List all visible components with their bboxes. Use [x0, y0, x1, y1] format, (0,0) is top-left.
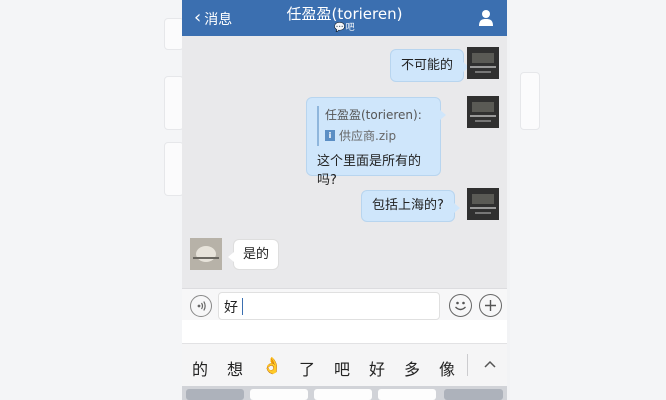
message-text: 不可能的	[401, 58, 454, 73]
text-cursor	[242, 298, 243, 315]
keyboard-key[interactable]	[186, 389, 244, 400]
phone-screen: ‹ 消息 任盈盈(torieren) 💬吧 不可能的 任盈盈(torieren)…	[182, 0, 507, 400]
candidate-divider	[467, 354, 468, 376]
keyboard-gap	[182, 320, 507, 343]
candidate-word[interactable]: 的	[192, 356, 208, 380]
candidate-word[interactable]: 好	[369, 356, 385, 380]
message-text: 是的	[243, 247, 270, 262]
candidate-bar: 的 想 👌 了 吧 好 多 像	[182, 343, 507, 387]
message-input[interactable]: 好	[218, 292, 440, 320]
message-bubble-sent-quote[interactable]: 任盈盈(torieren): i 供应商.zip 这个里面是所有的吗?	[306, 97, 446, 188]
navigation-bar: ‹ 消息 任盈盈(torieren) 💬吧	[182, 0, 507, 36]
right-margin	[510, 0, 666, 400]
quoted-file[interactable]: i 供应商.zip	[325, 127, 455, 144]
avatar[interactable]	[467, 188, 499, 220]
chat-subtitle: 💬吧	[334, 23, 355, 33]
message-bubble-sent[interactable]: 包括上海的?	[361, 190, 460, 222]
plus-icon[interactable]	[479, 294, 502, 317]
avatar[interactable]	[190, 238, 222, 270]
keyboard	[182, 386, 507, 400]
avatar[interactable]	[467, 96, 499, 128]
device-side-button	[164, 18, 184, 50]
chat-area[interactable]: 不可能的 任盈盈(torieren): i 供应商.zip 这个里面是所有的吗?…	[182, 36, 507, 288]
input-bar: 好	[182, 288, 507, 321]
message-text: 这个里面是所有的吗?	[317, 154, 422, 188]
candidate-emoji[interactable]: 👌	[262, 356, 282, 375]
keyboard-key[interactable]	[314, 389, 372, 400]
emoji-icon[interactable]	[449, 294, 472, 317]
message-bubble-received[interactable]: 是的	[227, 239, 280, 270]
avatar[interactable]	[467, 47, 499, 79]
quoted-file-name: 供应商.zip	[339, 129, 397, 143]
candidate-word[interactable]: 想	[227, 356, 243, 380]
message-input-value: 好	[224, 300, 238, 316]
candidate-word[interactable]: 像	[439, 356, 455, 380]
device-volume-down-button	[164, 142, 184, 196]
quoted-message[interactable]: 任盈盈(torieren): i 供应商.zip	[317, 106, 455, 146]
candidate-word[interactable]: 吧	[334, 356, 350, 380]
person-icon[interactable]	[478, 9, 494, 27]
keyboard-key[interactable]	[444, 389, 503, 400]
message-text: 包括上海的?	[372, 198, 444, 213]
left-margin	[0, 0, 182, 400]
device-power-button	[520, 72, 540, 130]
keyboard-key[interactable]	[378, 389, 436, 400]
quote-author: 任盈盈(torieren):	[325, 108, 422, 122]
voice-icon[interactable]	[190, 295, 212, 317]
candidate-word[interactable]: 了	[299, 356, 315, 380]
message-bubble-sent[interactable]: 不可能的	[390, 49, 470, 82]
info-icon: i	[325, 130, 335, 141]
chevron-up-icon[interactable]	[482, 354, 498, 374]
device-volume-up-button	[164, 76, 184, 130]
candidate-word[interactable]: 多	[404, 356, 420, 380]
chat-bubble-icon: 💬	[334, 23, 346, 33]
keyboard-key[interactable]	[250, 389, 308, 400]
